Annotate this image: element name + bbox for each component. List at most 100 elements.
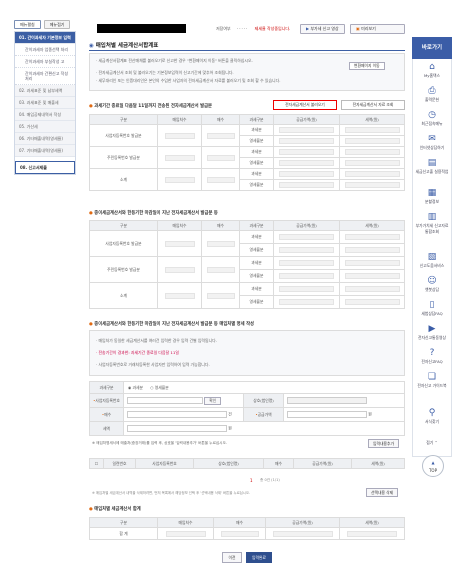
count-cell: 건 xyxy=(123,407,244,422)
radio-zero-rate-label: 영세율분 xyxy=(154,384,169,390)
previous-button[interactable]: 이전 xyxy=(222,552,242,563)
col-header: 구분 xyxy=(89,220,158,231)
table-cell xyxy=(339,124,405,136)
video-icon: ▶ xyxy=(306,26,310,31)
vat-video-label: 부가세 신고 영상 xyxy=(310,26,339,31)
nav-step-03[interactable]: 03. 과세표준 및 매출세 xyxy=(15,97,75,109)
fetch-e-invoice-button[interactable]: 전자세금계산서 불러오기 xyxy=(273,100,337,110)
section-bullet-icon: ● xyxy=(89,322,93,327)
delete-selected-button[interactable]: 선택내용 삭제 xyxy=(366,488,399,497)
redacted-user-bar xyxy=(97,24,186,33)
nav-step-06[interactable]: 06. 기타매출내역(영세율) xyxy=(15,133,75,145)
collapse-menu-button[interactable]: 메뉴접기 xyxy=(43,20,71,29)
section4-title-text: 매입처별 세금계산서 합계 xyxy=(94,507,141,512)
nav-step-07[interactable]: 07. 기타매출내역(영세율) xyxy=(15,145,75,157)
section-bullet-icon: ● xyxy=(89,211,93,216)
table-cell xyxy=(339,168,405,180)
col-header: 매수 xyxy=(213,517,266,528)
scroll-top-button[interactable]: ▲ TOP xyxy=(422,455,444,477)
house-icon: ⌂ xyxy=(429,62,435,72)
biz-no-input[interactable] xyxy=(127,397,203,404)
form-label: •사업자등록번호 xyxy=(89,393,124,408)
nav-step-08[interactable]: 08. 신고서제출 xyxy=(15,161,75,174)
form-label: •공급가액 xyxy=(243,407,284,422)
save-status-label: 저장여부 xyxy=(216,26,231,31)
quicklink-vat-inquiry[interactable]: ▥ 부가가치세 신고자료 통합조회 xyxy=(412,212,452,235)
row-label: 소계 xyxy=(89,282,158,309)
quicklink-chatbot[interactable]: ☺ 챗봇상담 xyxy=(412,276,452,293)
tax-input[interactable] xyxy=(127,425,227,432)
table-cell xyxy=(339,146,405,158)
nav-sub-step-1[interactable]: 간이과세자 업종선택 처리 xyxy=(15,44,75,56)
convert-page-button[interactable]: 변환페이지 이동 xyxy=(349,62,385,70)
quicklink-tax-report[interactable]: ▤ 세금신고출 실용적업 xyxy=(412,158,452,175)
complete-input-button[interactable]: 입력완료 xyxy=(246,552,272,563)
title-bullet-icon: ◉ xyxy=(89,43,94,49)
pager-current-page[interactable]: 1 xyxy=(250,478,253,483)
table-cell xyxy=(273,230,340,244)
subtype-label: 과세분 xyxy=(239,230,274,244)
nav-step-04[interactable]: 04. 매입공제내역서 작성 xyxy=(15,109,75,121)
subtype-label: 과세분 xyxy=(239,256,274,270)
subtype-label: 영세율분 xyxy=(239,295,274,309)
nav-sub-step-2[interactable]: 간이과세자 부실작성 고 xyxy=(15,56,75,68)
nav-sub-step-3[interactable]: 간이과세자 간편신고 작성 처리 xyxy=(15,68,75,85)
info-line-2: · 전자세금계산서 조회 및 불러오기는 기본정보입력이 신고기간에 맞추어 조… xyxy=(96,70,234,75)
count-input[interactable] xyxy=(127,411,227,418)
table-cell xyxy=(339,256,405,270)
quicklink-forms[interactable]: ⚲ 서식찾기 xyxy=(412,408,452,425)
quicklink-video[interactable]: ▶ 전자신고통동영상 xyxy=(412,324,452,341)
table-cell xyxy=(273,295,340,309)
table-cell xyxy=(273,124,340,136)
nav-step-05[interactable]: 05. 가산세 xyxy=(15,121,75,133)
row-label: 주민등록번호 발급분 xyxy=(89,256,158,283)
col-header: 세액(원) xyxy=(339,114,405,125)
table-cell xyxy=(157,168,202,191)
table-cell xyxy=(339,295,405,309)
company-cell xyxy=(283,393,405,408)
radio-zero-rate-icon[interactable]: ○ xyxy=(150,385,153,390)
quicklink-collapse[interactable]: 접기 ⌃ xyxy=(412,440,452,446)
e-invoice-inquiry-button[interactable]: 전자세금계산서 자료 조회 xyxy=(341,100,405,110)
table-cell xyxy=(201,146,240,169)
chevron-up-icon: ⌃ xyxy=(434,440,438,445)
quicklink-guidebook[interactable]: ❏ 전자신고 가이드북 xyxy=(412,372,452,389)
company-input[interactable] xyxy=(287,397,367,404)
quicklink-tax-faq[interactable]: ▯ 세법상담FAQ xyxy=(412,300,452,317)
form-label: •매수 xyxy=(89,407,124,422)
vat-video-button[interactable]: ▶ 부가세 신고 영상 xyxy=(300,24,345,34)
preview-button[interactable]: ▣ 미리보기 xyxy=(350,24,405,34)
preview-icon: ▣ xyxy=(356,26,360,31)
quicklink-split-info[interactable]: ▦ 분할정보 xyxy=(412,188,452,205)
select-all-checkbox[interactable]: ☐ xyxy=(89,458,104,469)
section1-table: 구분 매입처수 매수 과세구분 공급가액(원) 세액(원) 사업자등록번호 발급… xyxy=(89,114,405,191)
quicklink-efiling-faq[interactable]: ? 전자신고FAQ xyxy=(412,348,452,365)
page-title-text: 매입처별 세금계산서합계표 xyxy=(95,43,159,49)
quicklink-consult[interactable]: ✉ 인터넷상담하기 xyxy=(412,134,452,151)
nav-step-01[interactable]: 01. 간이과세자 기본정보 입력 xyxy=(15,32,75,44)
amount-input[interactable] xyxy=(287,411,367,418)
quicklink-my-hometax[interactable]: ⌂ My홈택스 xyxy=(412,62,452,79)
biz-no-confirm-button[interactable]: 확인 xyxy=(204,396,222,405)
entry-list-table: ☐ 일련번호 사업자등록번호 상호(법인명) 매수 공급가액(원) 세액(원) xyxy=(89,458,405,469)
subtype-label: 영세율분 xyxy=(239,243,274,257)
table-cell xyxy=(339,527,405,540)
add-entry-button[interactable]: 입력내용추가 xyxy=(368,439,399,448)
nav-step-02[interactable]: 02. 과세표준 및 납부세액 xyxy=(15,85,75,97)
col-header: 매수 xyxy=(201,114,240,125)
printer-icon: ⎙ xyxy=(428,86,436,96)
quicklink-recent[interactable]: ◷ 최근접속메뉴 xyxy=(412,110,452,127)
summary-table: 구분 매입처수 매수 공급가액(원) 세액(원) 합 계 xyxy=(89,517,405,540)
subtype-label: 영세율분 xyxy=(239,135,274,147)
expand-menu-button[interactable]: 메뉴펼침 xyxy=(14,20,41,29)
col-header: 공급가액(원) xyxy=(293,458,352,469)
col-header: 공급가액(원) xyxy=(273,114,340,125)
table-cell xyxy=(157,230,202,257)
section-bullet-icon: ● xyxy=(89,507,93,512)
quicklink-print[interactable]: ⎙ 출력문헌 xyxy=(412,86,452,103)
col-header: 매수 xyxy=(263,458,294,469)
radio-taxable-icon[interactable]: ◉ xyxy=(128,385,131,390)
quicklink-help-service[interactable]: ▧ 신고도움서비스 xyxy=(412,252,452,269)
note-line-1: · 매입처가 동일한 세금계산서를 여러건 입력한 경우 입력 건별 입력됩니다… xyxy=(96,338,217,343)
search-doc-icon: ▥ xyxy=(427,212,437,222)
